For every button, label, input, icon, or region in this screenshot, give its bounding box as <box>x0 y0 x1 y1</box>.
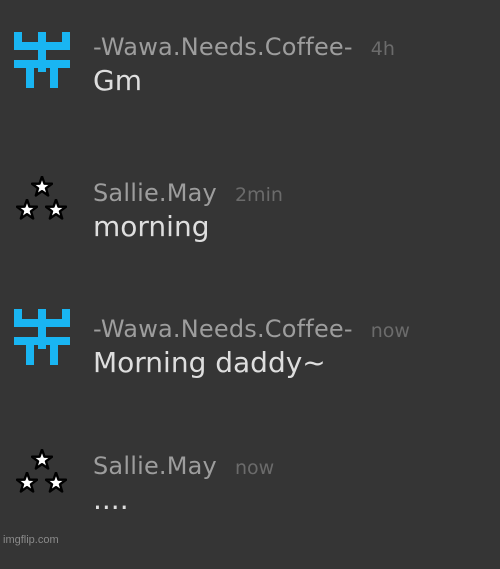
chat-message: Sallie.May 2min morning <box>0 176 500 296</box>
star-icon <box>16 199 38 220</box>
three-stars-icon <box>16 449 67 493</box>
star-icon <box>31 176 53 197</box>
chat-message: -Wawa.Needs.Coffee- 4h Gm <box>0 30 500 150</box>
cyan-glyph-icon <box>12 307 72 367</box>
star-icon <box>45 199 67 220</box>
star-icon <box>31 449 53 470</box>
message-text: Morning daddy~ <box>93 346 326 379</box>
message-header: Sallie.May 2min <box>93 176 283 210</box>
chat-message: Sallie.May now .... <box>0 449 500 569</box>
message-timestamp: now <box>234 457 275 479</box>
author-name[interactable]: Sallie.May <box>93 179 217 207</box>
avatar[interactable] <box>10 449 74 513</box>
chat-message: -Wawa.Needs.Coffee-now Morning daddy~ <box>0 312 500 432</box>
message-header: -Wawa.Needs.Coffee-now <box>93 312 410 346</box>
imgflip-watermark: imgflip.com <box>3 534 59 546</box>
message-header: Sallie.May now <box>93 449 274 483</box>
message-timestamp: 4h <box>370 38 395 60</box>
star-icon <box>45 472 67 493</box>
author-name[interactable]: Sallie.May <box>93 452 217 480</box>
message-header: -Wawa.Needs.Coffee- 4h <box>93 30 395 64</box>
cyan-glyph-icon <box>12 30 72 90</box>
message-text: morning <box>93 210 210 243</box>
message-text: Gm <box>93 64 142 97</box>
message-timestamp: 2min <box>234 184 283 206</box>
star-icon <box>16 472 38 493</box>
message-timestamp: now <box>370 320 410 342</box>
avatar[interactable] <box>10 176 74 240</box>
author-name[interactable]: -Wawa.Needs.Coffee- <box>93 315 353 343</box>
avatar[interactable] <box>10 307 74 371</box>
message-text: .... <box>93 483 129 516</box>
author-name[interactable]: -Wawa.Needs.Coffee- <box>93 33 353 61</box>
three-stars-icon <box>16 176 67 220</box>
avatar[interactable] <box>10 30 74 94</box>
